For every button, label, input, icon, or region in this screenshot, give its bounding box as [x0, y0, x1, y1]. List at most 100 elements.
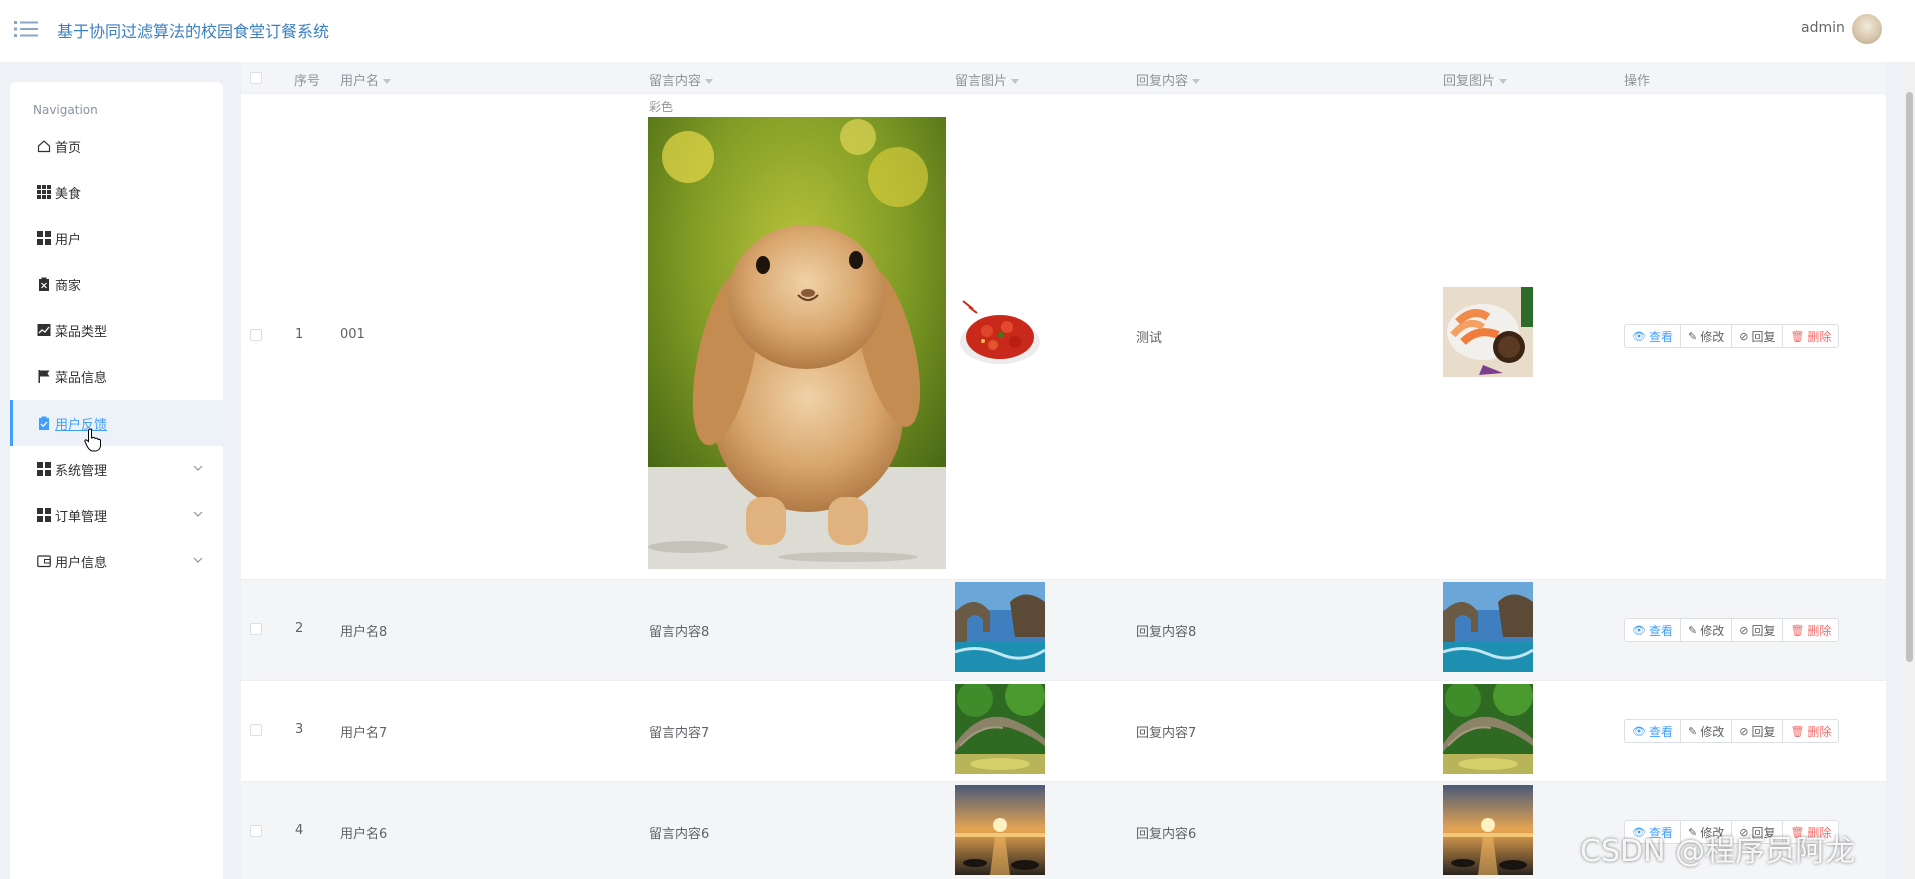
avatar[interactable]: [1852, 14, 1882, 44]
table-row: 3 用户名7 留言内容7 回复内容7 👁 查看 ✎ 修改 ⊘ 回复 🗑 删除: [241, 681, 1886, 782]
row-actions: 👁 查看 ✎ 修改 ⊘ 回复 🗑 删除: [1624, 618, 1840, 642]
sidebar-item-label: 用户信息: [55, 555, 108, 571]
row-actions: 👁 查看 ✎ 修改 ⊘ 回复 🗑 删除: [1624, 324, 1840, 348]
reply-image[interactable]: [1443, 785, 1533, 875]
sidebar-item-users[interactable]: 用户: [10, 215, 223, 261]
cell-username: 用户名6: [340, 827, 388, 842]
sidebar-item-label: 系统管理: [55, 463, 108, 479]
content-image[interactable]: [955, 287, 1045, 377]
sidebar-item-user-info[interactable]: 用户信息: [10, 538, 223, 584]
sidebar-item-label: 菜品类型: [55, 324, 108, 340]
sidebar-item-label: 订单管理: [55, 509, 108, 525]
sidebar-item-dish-type[interactable]: 菜品类型: [10, 307, 223, 353]
select-all-checkbox[interactable]: [250, 72, 262, 84]
sidebar-item-food[interactable]: 美食: [10, 169, 223, 215]
page-scrollbar[interactable]: [1906, 62, 1915, 879]
sidebar-item-system[interactable]: 系统管理: [10, 446, 223, 492]
eye-icon: 👁: [1632, 329, 1646, 343]
content-image-label: 彩色: [649, 100, 674, 114]
sidebar-item-dish-info[interactable]: 菜品信息: [10, 353, 223, 399]
view-button[interactable]: 👁 查看: [1624, 324, 1681, 348]
reply-button[interactable]: ⊘ 回复: [1731, 719, 1784, 743]
chevron-down-icon: [193, 465, 203, 471]
column-header-content[interactable]: 留言内容: [649, 70, 714, 89]
grid-icon: [37, 231, 51, 245]
menu-toggle-icon[interactable]: [14, 19, 38, 39]
column-header-username[interactable]: 用户名: [340, 70, 392, 89]
sort-caret-icon: [705, 79, 714, 84]
cell-index: 3: [295, 722, 304, 737]
trash-icon: 🗑: [1790, 329, 1805, 343]
sidebar-item-label: 美食: [55, 186, 82, 202]
wallet-icon: [37, 555, 51, 568]
scrollbar-thumb[interactable]: [1906, 92, 1913, 662]
cell-reply: 回复内容6: [1136, 827, 1197, 842]
content-image[interactable]: [955, 684, 1045, 774]
edit-button[interactable]: ✎ 修改: [1679, 618, 1733, 642]
table-row: 1 001 彩色 测试 👁 查看 ✎ 修改 ⊘ 回复 🗑 删除: [241, 94, 1886, 580]
watermark: CSDN @程序员阿龙: [1580, 834, 1856, 869]
chevron-down-icon: [193, 557, 203, 563]
cell-reply: 测试: [1136, 331, 1163, 346]
edit-button[interactable]: ✎ 修改: [1679, 324, 1733, 348]
delete-button[interactable]: 🗑 删除: [1782, 618, 1840, 642]
system-title: 基于协同过滤算法的校园食堂订餐系统: [57, 22, 330, 41]
flag-icon: [38, 370, 50, 383]
cell-username: 001: [340, 327, 365, 342]
sidebar-item-feedback[interactable]: 用户反馈: [10, 400, 223, 446]
username-label[interactable]: admin: [1801, 20, 1845, 36]
delete-button[interactable]: 🗑 删除: [1782, 719, 1840, 743]
cell-index: 4: [295, 823, 304, 838]
sidebar: Navigation 首页 美食 用户 商家 菜品类型 菜品信息 用户反馈 系统…: [10, 82, 223, 879]
sidebar-item-label: 菜品信息: [55, 370, 108, 386]
content-image[interactable]: [955, 785, 1045, 875]
reply-image[interactable]: [1443, 684, 1533, 774]
sidebar-item-label: 用户: [55, 232, 82, 248]
cell-content: 留言内容8: [649, 625, 710, 640]
view-button[interactable]: 👁 查看: [1624, 719, 1681, 743]
content-image[interactable]: [955, 582, 1045, 672]
clipboard-check-icon: [39, 416, 49, 430]
edit-icon: ✎: [1687, 623, 1698, 637]
column-header-content-image[interactable]: 留言图片: [955, 70, 1020, 89]
row-checkbox[interactable]: [250, 329, 262, 341]
row-checkbox[interactable]: [250, 825, 262, 837]
sidebar-item-home[interactable]: 首页: [10, 123, 223, 169]
clipboard-icon: [39, 277, 49, 291]
reply-image[interactable]: [1443, 582, 1533, 672]
top-header: 基于协同过滤算法的校园食堂订餐系统 admin: [0, 0, 1915, 62]
cell-username: 用户名7: [340, 726, 388, 741]
cell-content: 留言内容6: [649, 827, 710, 842]
edit-button[interactable]: ✎ 修改: [1679, 719, 1733, 743]
cell-index: 2: [295, 621, 304, 636]
row-checkbox[interactable]: [250, 623, 262, 635]
cell-username: 用户名8: [340, 625, 388, 640]
sort-caret-icon: [1011, 79, 1020, 84]
table-header: 序号 用户名 留言内容 留言图片 回复内容 回复图片 操作: [241, 62, 1886, 94]
reply-button[interactable]: ⊘ 回复: [1731, 324, 1784, 348]
chart-icon: [37, 324, 51, 336]
nav-heading: Navigation: [33, 103, 98, 117]
sidebar-item-orders[interactable]: 订单管理: [10, 492, 223, 538]
column-header-reply-image[interactable]: 回复图片: [1443, 70, 1508, 89]
column-header-index: 序号: [294, 74, 321, 89]
check-circle-icon: ⊘: [1739, 724, 1749, 738]
delete-button[interactable]: 🗑 删除: [1782, 324, 1840, 348]
column-header-reply[interactable]: 回复内容: [1136, 70, 1201, 89]
check-circle-icon: ⊘: [1739, 623, 1749, 637]
grid-icon: [37, 185, 51, 199]
row-actions: 👁 查看 ✎ 修改 ⊘ 回复 🗑 删除: [1624, 719, 1840, 743]
cell-reply: 回复内容7: [1136, 726, 1197, 741]
column-header-actions: 操作: [1624, 74, 1651, 89]
view-button[interactable]: 👁 查看: [1624, 618, 1681, 642]
cell-index: 1: [295, 327, 304, 342]
sidebar-item-merchant[interactable]: 商家: [10, 261, 223, 307]
cell-content: 留言内容7: [649, 726, 710, 741]
feedback-table: 序号 用户名 留言内容 留言图片 回复内容 回复图片 操作 1 001 彩色 测…: [241, 62, 1886, 879]
reply-image[interactable]: [1443, 287, 1533, 377]
check-circle-icon: ⊘: [1739, 329, 1749, 343]
reply-button[interactable]: ⊘ 回复: [1731, 618, 1784, 642]
row-checkbox[interactable]: [250, 724, 262, 736]
pointer-cursor-icon: [84, 428, 101, 452]
content-embedded-image[interactable]: [648, 117, 946, 569]
